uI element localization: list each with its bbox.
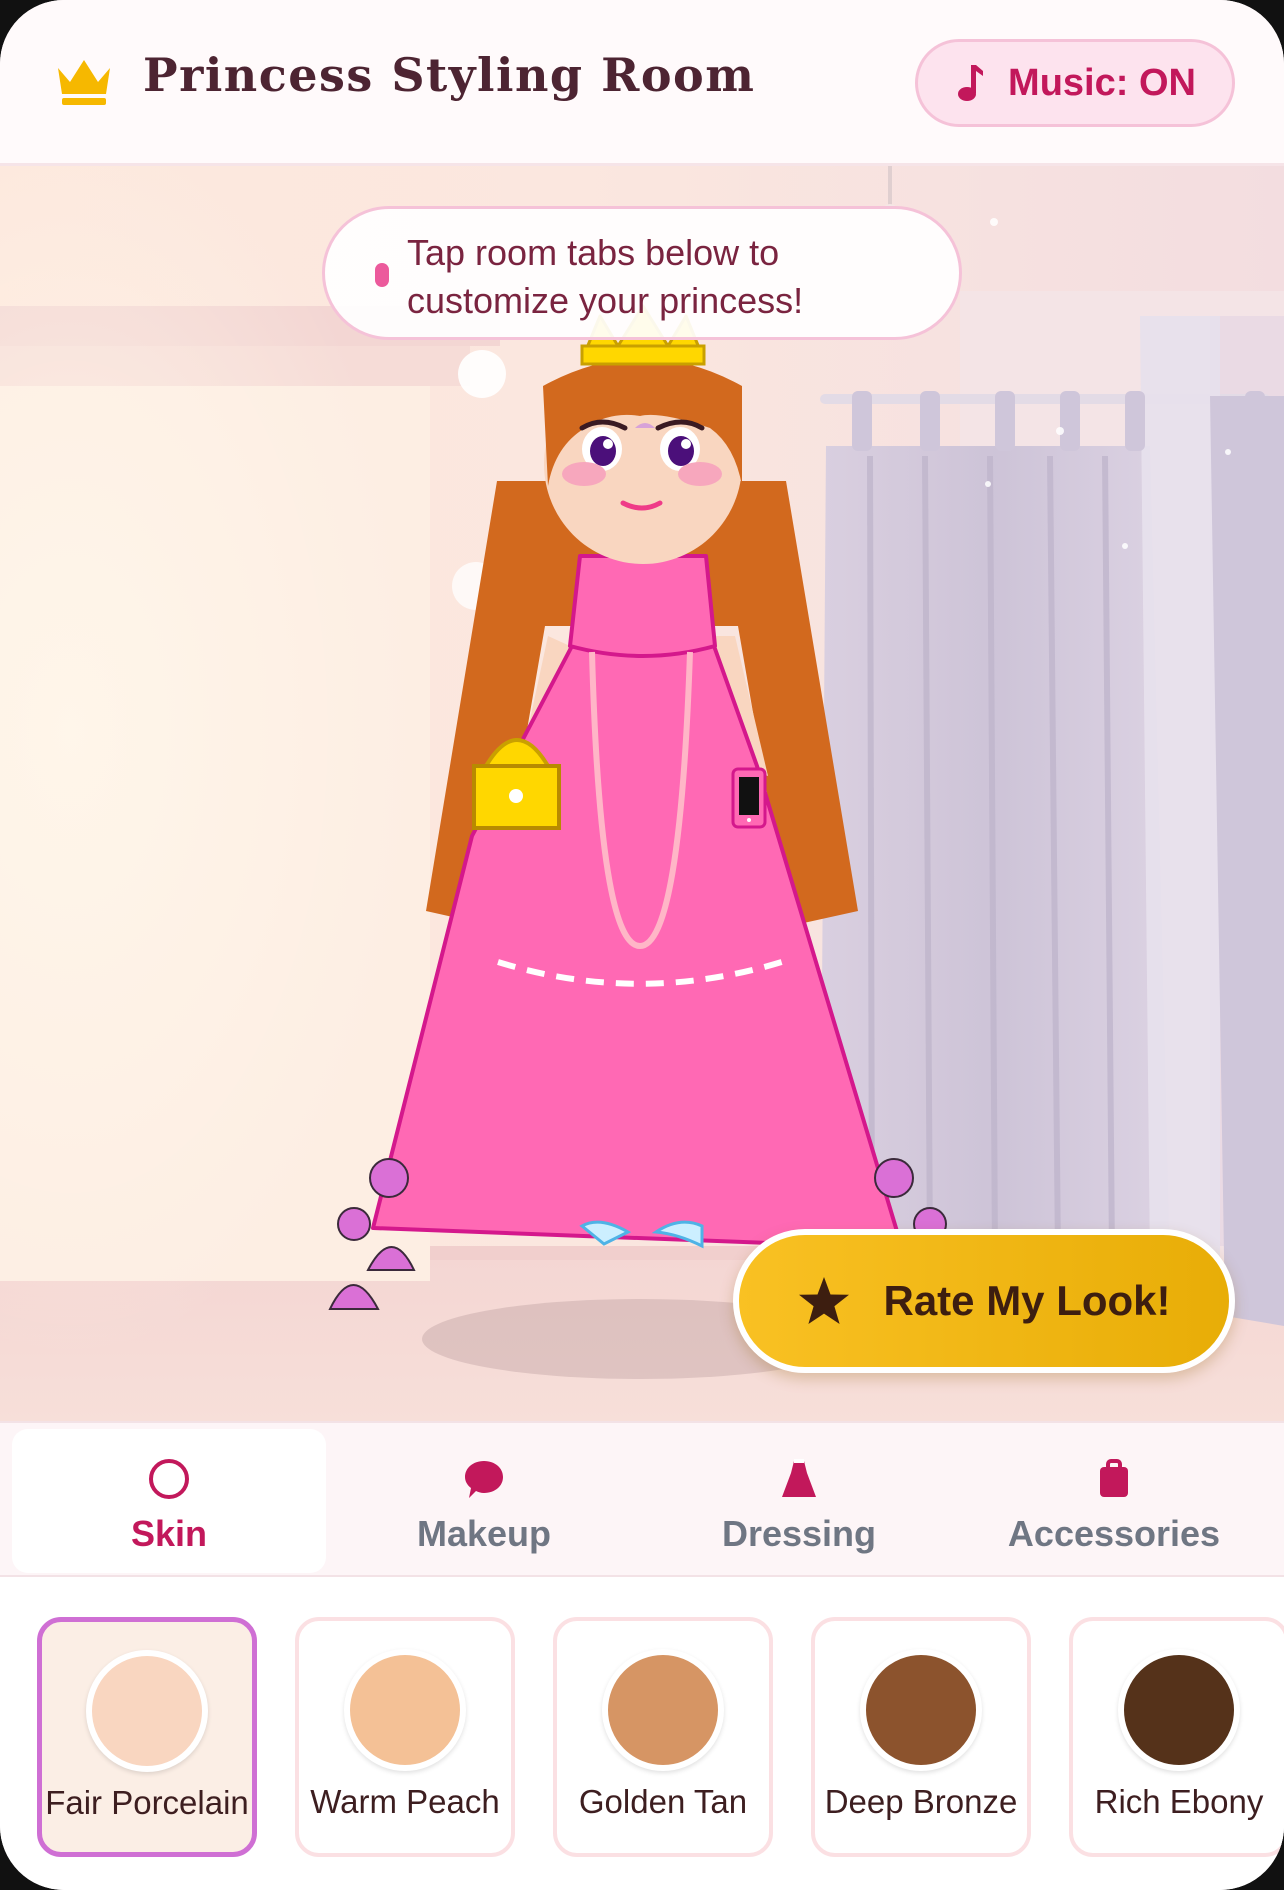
app-header: Princess Styling Room Music: ON (0, 0, 1284, 166)
color-swatch (602, 1649, 724, 1771)
music-label: Music: ON (1008, 61, 1196, 104)
rate-my-look-button[interactable]: Rate My Look! (733, 1229, 1235, 1373)
color-swatch (1118, 1649, 1240, 1771)
category-tab-bar: Skin Makeup Dressing Accessories (0, 1421, 1284, 1577)
swatch-label: Warm Peach (310, 1783, 500, 1820)
circle-outline-icon (149, 1459, 189, 1499)
app-screen: Princess Styling Room Music: ON Tap room… (0, 0, 1284, 1890)
hint-tooltip: Tap room tabs below to customize your pr… (322, 206, 962, 340)
tab-label: Accessories (1007, 1513, 1221, 1554)
skin-swatch-deep-bronze[interactable]: Deep Bronze (811, 1617, 1031, 1857)
app-title: Princess Styling Room (143, 48, 756, 102)
tab-label: Skin (130, 1513, 208, 1554)
music-note-icon (958, 65, 984, 101)
tab-dressing[interactable]: Dressing (642, 1429, 956, 1573)
styling-room-scene: Tap room tabs below to customize your pr… (0, 166, 1284, 1421)
swatch-label: Rich Ebony (1094, 1783, 1264, 1820)
swatch-label: Fair Porcelain (45, 1784, 249, 1821)
skin-swatch-rich-ebony[interactable]: Rich Ebony (1069, 1617, 1284, 1857)
skin-swatch-golden-tan[interactable]: Golden Tan (553, 1617, 773, 1857)
tab-makeup[interactable]: Makeup (327, 1429, 641, 1573)
bag-icon (1100, 1459, 1128, 1497)
swatch-label: Golden Tan (578, 1783, 748, 1820)
tab-label: Dressing (721, 1513, 877, 1554)
swatch-label: Deep Bronze (824, 1783, 1018, 1820)
hint-dot-icon (375, 263, 389, 287)
tab-label: Makeup (416, 1513, 552, 1554)
skin-tone-options: Fair Porcelain Warm Peach Golden Tan Dee… (0, 1577, 1284, 1890)
crown-icon (58, 60, 110, 105)
star-icon (799, 1277, 850, 1324)
tab-accessories[interactable]: Accessories (957, 1429, 1271, 1573)
music-toggle-button[interactable]: Music: ON (915, 39, 1235, 127)
skin-swatch-fair-porcelain[interactable]: Fair Porcelain (37, 1617, 257, 1857)
rate-label: Rate My Look! (883, 1277, 1171, 1324)
color-swatch (344, 1649, 466, 1771)
tab-skin[interactable]: Skin (12, 1429, 326, 1573)
color-swatch (860, 1649, 982, 1771)
color-swatch (86, 1650, 208, 1772)
speech-bubble-icon (465, 1461, 503, 1498)
dress-icon (782, 1459, 816, 1497)
skin-swatch-warm-peach[interactable]: Warm Peach (295, 1617, 515, 1857)
hint-text: Tap room tabs below to customize your pr… (407, 232, 804, 321)
